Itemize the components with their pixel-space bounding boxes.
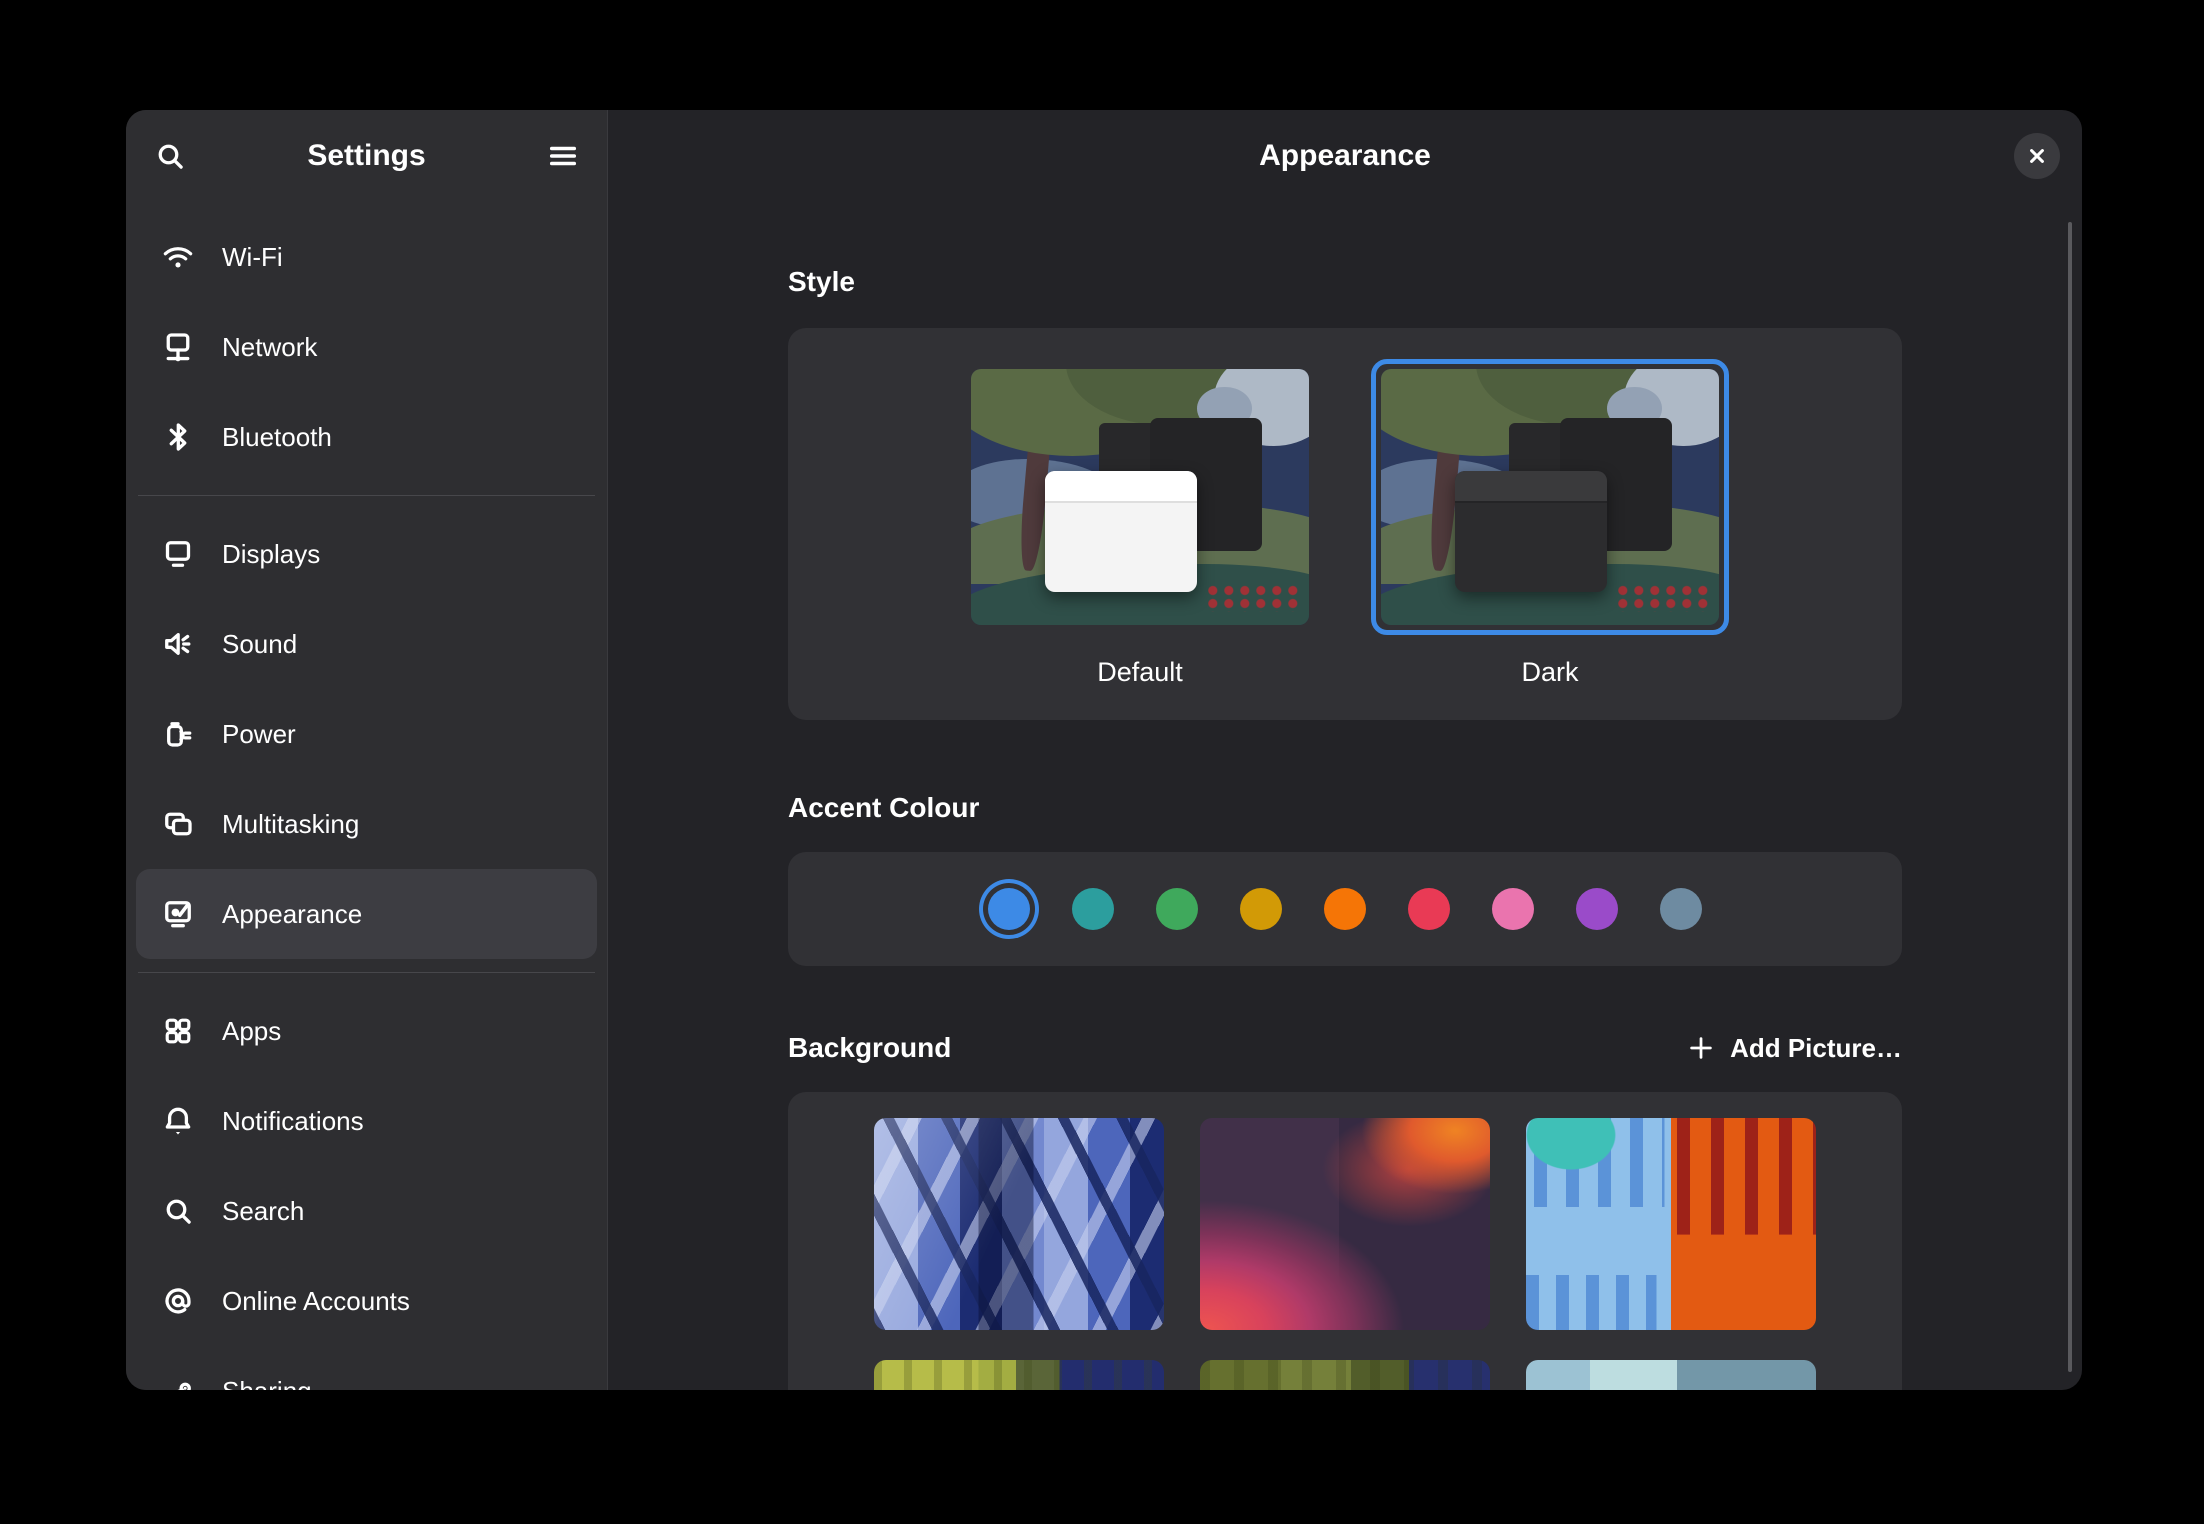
wallpaper-row-1 (874, 1118, 1816, 1330)
sidebar-item-sound[interactable]: Sound (136, 599, 597, 689)
sidebar-item-label: Bluetooth (222, 422, 332, 453)
accent-swatch-green[interactable] (1156, 888, 1198, 930)
sound-icon (160, 626, 196, 662)
style-dark-preview (1381, 369, 1719, 625)
sidebar-divider (138, 495, 595, 496)
accent-card (788, 852, 1902, 966)
style-card: Default Dark (788, 328, 1902, 720)
sidebar-item-label: Displays (222, 539, 320, 570)
sidebar-item-wifi[interactable]: Wi-Fi (136, 212, 597, 302)
displays-icon (160, 536, 196, 572)
sidebar-item-multitasking[interactable]: Multitasking (136, 779, 597, 869)
sidebar-item-appearance[interactable]: Appearance (136, 869, 597, 959)
appearance-icon (160, 896, 196, 932)
sidebar-item-notifications[interactable]: Notifications (136, 1076, 597, 1166)
sidebar-item-power[interactable]: Power (136, 689, 597, 779)
sidebar-item-label: Notifications (222, 1106, 364, 1137)
accent-section-title: Accent Colour (788, 790, 1902, 826)
style-default-preview (971, 369, 1309, 625)
wallpaper-row-2 (874, 1360, 1816, 1390)
sidebar-item-label: Power (222, 719, 296, 750)
wifi-icon (160, 239, 196, 275)
wallpaper-thumb-blue-orange-drips[interactable] (1526, 1118, 1816, 1330)
sidebar-item-label: Appearance (222, 899, 362, 930)
sidebar-item-displays[interactable]: Displays (136, 509, 597, 599)
main-header: Appearance (608, 110, 2082, 202)
style-option-dark[interactable]: Dark (1371, 359, 1729, 688)
wallpaper-thumb-blue-geometric[interactable] (874, 1118, 1164, 1330)
sidebar-item-online-accounts[interactable]: Online Accounts (136, 1256, 597, 1346)
style-default-thumbnail (961, 359, 1319, 635)
accent-swatch-red[interactable] (1408, 888, 1450, 930)
sidebar-item-label: Sharing (222, 1376, 312, 1391)
sidebar-nav: Wi-Fi Network Bluetooth (126, 202, 607, 1390)
sidebar-item-bluetooth[interactable]: Bluetooth (136, 392, 597, 482)
background-section-title: Background (788, 1030, 951, 1066)
sidebar-header: Settings (126, 110, 607, 202)
notifications-icon (160, 1103, 196, 1139)
sidebar-item-label: Wi-Fi (222, 242, 283, 273)
sidebar-divider (138, 972, 595, 973)
main-panel: Appearance Style (608, 110, 2082, 1390)
sidebar: Settings Wi-Fi (126, 110, 608, 1390)
sidebar-title: Settings (126, 139, 607, 173)
accent-swatch-yellow[interactable] (1240, 888, 1282, 930)
wallpaper-thumb-olive-navy[interactable] (1200, 1360, 1490, 1390)
accent-swatch-teal[interactable] (1072, 888, 1114, 930)
accent-swatch-purple[interactable] (1576, 888, 1618, 930)
sharing-icon (160, 1373, 196, 1390)
settings-window: Settings Wi-Fi (126, 110, 2082, 1390)
accent-swatch-blue[interactable] (988, 888, 1030, 930)
sidebar-item-search[interactable]: Search (136, 1166, 597, 1256)
sidebar-item-label: Multitasking (222, 809, 359, 840)
sidebar-item-label: Network (222, 332, 317, 363)
accent-swatch-orange[interactable] (1324, 888, 1366, 930)
wallpaper-thumb-teal-gray[interactable] (1526, 1360, 1816, 1390)
style-section-title: Style (788, 264, 1902, 300)
hamburger-menu-button[interactable] (537, 130, 589, 182)
style-dark-thumbnail (1371, 359, 1729, 635)
style-option-default[interactable]: Default (961, 359, 1319, 688)
network-icon (160, 329, 196, 365)
background-card (788, 1092, 1902, 1390)
sidebar-item-sharing[interactable]: Sharing (136, 1346, 597, 1390)
sidebar-item-label: Online Accounts (222, 1286, 410, 1317)
sidebar-item-label: Sound (222, 629, 297, 660)
multitasking-icon (160, 806, 196, 842)
add-picture-label: Add Picture… (1730, 1033, 1902, 1064)
page-title: Appearance (608, 110, 2082, 202)
add-picture-button[interactable]: Add Picture… (1686, 1033, 1902, 1064)
accent-swatch-slate[interactable] (1660, 888, 1702, 930)
sidebar-item-network[interactable]: Network (136, 302, 597, 392)
sidebar-item-label: Search (222, 1196, 304, 1227)
power-icon (160, 716, 196, 752)
wallpaper-thumb-dark-red-waves[interactable] (1200, 1118, 1490, 1330)
accent-swatch-pink[interactable] (1492, 888, 1534, 930)
style-dark-label: Dark (1521, 657, 1578, 688)
close-button[interactable] (2014, 133, 2060, 179)
wallpaper-thumb-yellowgreen-navy[interactable] (874, 1360, 1164, 1390)
apps-icon (160, 1013, 196, 1049)
appearance-content: Style Default (788, 202, 1902, 1390)
search-icon (160, 1193, 196, 1229)
style-default-label: Default (1097, 657, 1183, 688)
bluetooth-icon (160, 419, 196, 455)
close-icon (2024, 143, 2050, 169)
vertical-scrollbar[interactable] (2068, 222, 2072, 1372)
sidebar-item-label: Apps (222, 1016, 281, 1047)
plus-icon (1686, 1033, 1716, 1063)
sidebar-item-apps[interactable]: Apps (136, 986, 597, 1076)
background-header: Background Add Picture… (788, 1030, 1902, 1066)
online-accounts-icon (160, 1283, 196, 1319)
hamburger-menu-icon (545, 138, 581, 174)
